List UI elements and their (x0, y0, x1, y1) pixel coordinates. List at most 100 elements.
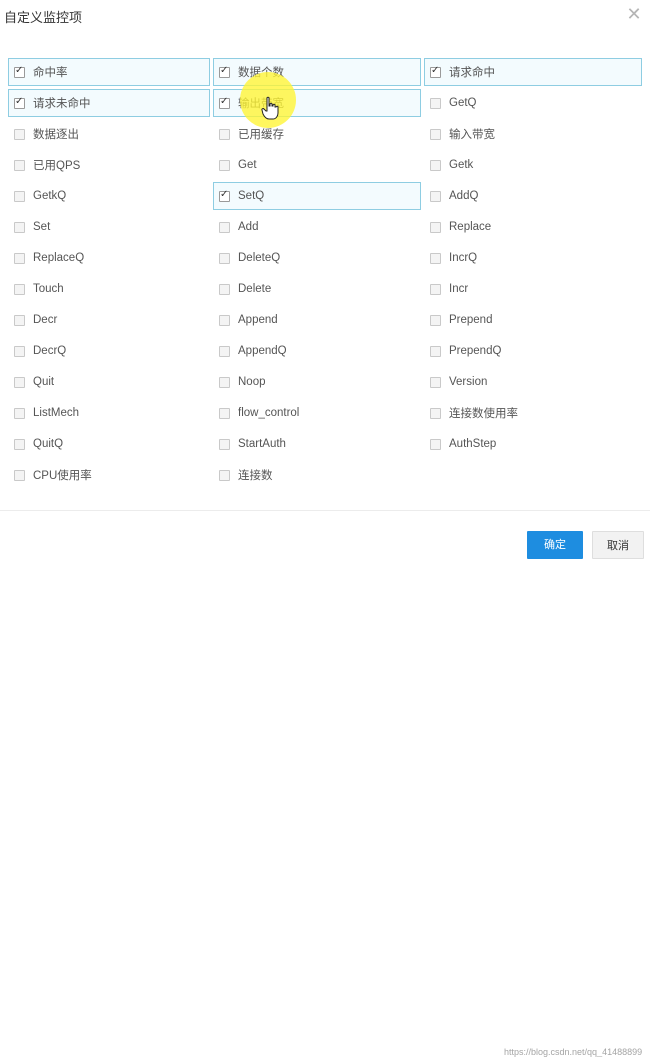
checkbox[interactable] (14, 283, 25, 295)
monitor-item[interactable]: DecrQ (8, 337, 210, 365)
monitor-item[interactable]: AuthStep (424, 430, 642, 458)
monitor-item[interactable]: Incr (424, 275, 642, 303)
checkbox[interactable] (14, 221, 25, 233)
checkbox[interactable] (14, 469, 25, 481)
monitor-item-label: Noop (238, 376, 266, 388)
monitor-item[interactable]: 已用QPS (8, 151, 210, 179)
checkbox[interactable] (430, 376, 441, 388)
checkbox[interactable] (219, 252, 230, 264)
checkbox[interactable] (430, 159, 441, 171)
monitor-item[interactable]: ReplaceQ (8, 244, 210, 272)
checkbox-checked[interactable]: ✓ (14, 65, 25, 78)
checkbox[interactable] (219, 345, 230, 357)
monitor-item[interactable]: AppendQ (213, 337, 421, 365)
monitor-item-label: Delete (238, 283, 272, 295)
monitor-item[interactable]: Delete (213, 275, 421, 303)
monitor-item[interactable]: DeleteQ (213, 244, 421, 272)
monitor-item[interactable]: GetQ (424, 89, 642, 117)
monitor-item[interactable]: Append (213, 306, 421, 334)
checkbox[interactable] (430, 221, 441, 233)
checkbox[interactable] (14, 438, 25, 450)
checkbox[interactable] (14, 376, 25, 388)
checkbox-checked[interactable]: ✓ (219, 189, 230, 202)
monitor-item[interactable]: 连接数使用率 (424, 399, 642, 427)
checkbox[interactable] (430, 314, 441, 326)
monitor-item-label: 请求命中 (449, 67, 495, 79)
checkbox[interactable] (219, 159, 230, 171)
monitor-item[interactable]: AddQ (424, 182, 642, 210)
monitor-item[interactable]: ListMech (8, 399, 210, 427)
monitor-item[interactable]: 数据逐出 (8, 120, 210, 148)
checkbox[interactable] (430, 345, 441, 357)
checkbox-checked[interactable]: ✓ (219, 65, 230, 78)
checkbox[interactable] (219, 438, 230, 450)
monitor-item[interactable]: GetkQ (8, 182, 210, 210)
monitor-item-label: 数据逐出 (33, 129, 79, 141)
checkbox[interactable] (430, 252, 441, 264)
monitor-item[interactable]: 输入带宽 (424, 120, 642, 148)
checkbox-checked[interactable]: ✓ (14, 96, 25, 109)
checkbox[interactable] (430, 407, 441, 419)
checkbox[interactable] (430, 97, 441, 109)
monitor-item[interactable]: 连接数 (213, 461, 421, 489)
checkbox[interactable] (14, 314, 25, 326)
monitor-item[interactable]: QuitQ (8, 430, 210, 458)
monitor-item[interactable]: ✓ 请求命中 (424, 58, 642, 86)
monitor-item[interactable]: flow_control (213, 399, 421, 427)
checkbox[interactable] (219, 283, 230, 295)
watermark: https://blog.csdn.net/qq_41488899 (504, 1047, 643, 1057)
monitor-item[interactable]: Add (213, 213, 421, 241)
checkbox[interactable] (430, 438, 441, 450)
monitor-item-label: Decr (33, 314, 58, 326)
checkbox[interactable] (14, 128, 25, 140)
monitor-item[interactable]: Prepend (424, 306, 642, 334)
monitor-item[interactable]: Replace (424, 213, 642, 241)
monitor-item-label: Add (238, 221, 259, 233)
checkbox[interactable] (219, 221, 230, 233)
monitor-item[interactable]: ✓ 输出带宽 (213, 89, 421, 117)
monitor-item[interactable]: Touch (8, 275, 210, 303)
checkbox[interactable] (430, 128, 441, 140)
checkbox[interactable] (14, 407, 25, 419)
monitor-item-label: Get (238, 159, 257, 171)
checkbox[interactable] (14, 190, 25, 202)
monitor-item[interactable]: Quit (8, 368, 210, 396)
checkbox-checked[interactable]: ✓ (430, 64, 441, 78)
checkbox[interactable] (219, 128, 230, 140)
monitor-item[interactable]: IncrQ (424, 244, 642, 272)
monitor-item[interactable]: PrependQ (424, 337, 642, 365)
checkbox[interactable] (219, 407, 230, 419)
checkbox[interactable] (219, 376, 230, 388)
checkbox[interactable] (14, 345, 25, 357)
monitor-item-label: Getk (449, 159, 474, 171)
confirm-button[interactable]: 确定 (527, 531, 583, 559)
monitor-item[interactable]: Set (8, 213, 210, 241)
checkbox[interactable] (14, 159, 25, 171)
checkbox[interactable] (430, 190, 441, 202)
check-icon: ✓ (431, 64, 440, 76)
monitor-item-label: StartAuth (238, 438, 286, 450)
checkbox[interactable] (219, 314, 230, 326)
cancel-button[interactable]: 取消 (592, 531, 644, 559)
monitor-item[interactable]: ✓ 请求未命中 (8, 89, 210, 117)
close-icon[interactable]: ✕ (624, 4, 644, 24)
dialog-footer: 确定 取消 https://blog.csdn.net/qq_41488899 (0, 510, 650, 1057)
monitor-item[interactable]: 已用缓存 (213, 120, 421, 148)
monitor-item[interactable]: ✓ SetQ (213, 182, 421, 210)
monitor-item[interactable]: CPU使用率 (8, 461, 210, 489)
monitor-item-label: 输入带宽 (449, 129, 495, 141)
checkbox[interactable] (430, 283, 441, 295)
monitor-item[interactable]: ✓ 命中率 (8, 58, 210, 86)
monitor-item[interactable]: Getk (424, 151, 642, 179)
monitor-item[interactable]: Decr (8, 306, 210, 334)
monitor-item[interactable]: StartAuth (213, 430, 421, 458)
monitor-item[interactable]: Get (213, 151, 421, 179)
monitor-item-label: AuthStep (449, 438, 497, 450)
monitor-item[interactable]: ✓ 数据个数 (213, 58, 421, 86)
monitor-items-grid: ✓ 命中率 ✓ 数据个数 ✓ 请求命中 ✓ 请求未命中 ✓ 输出带宽 GetQ 数据逐出 已用缓存 输入带… (8, 58, 642, 492)
monitor-item[interactable]: Noop (213, 368, 421, 396)
monitor-item[interactable]: Version (424, 368, 642, 396)
checkbox-checked[interactable]: ✓ (219, 96, 230, 109)
checkbox[interactable] (14, 252, 25, 264)
checkbox[interactable] (219, 469, 230, 481)
